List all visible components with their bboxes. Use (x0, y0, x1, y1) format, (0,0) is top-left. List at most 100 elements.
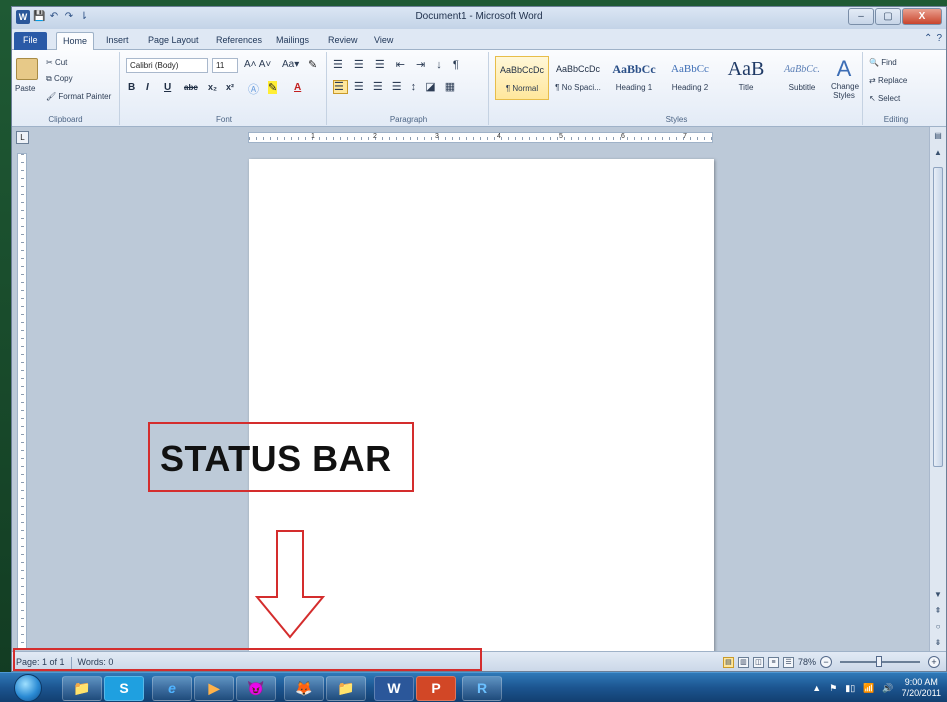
style-heading-2[interactable]: AaBbCc Heading 2 (663, 56, 717, 100)
alignment-buttons[interactable]: ☰ ☰ ☰ ☰ ↕ ◪ ▦ (333, 80, 458, 94)
find-button[interactable]: 🔍 Find (869, 58, 897, 67)
tab-view[interactable]: View (368, 32, 399, 50)
vertical-scrollbar[interactable]: ▤ ▲ ▼ ⇞ ○ ⇟ (929, 127, 946, 651)
format-painter-button[interactable]: 🖌 Format Painter (46, 92, 111, 101)
tab-page-layout[interactable]: Page Layout (142, 32, 205, 50)
zoom-slider[interactable] (840, 656, 920, 667)
taskbar-explorer-icon[interactable]: 📁 (62, 676, 102, 701)
clipboard-label: Clipboard (48, 115, 83, 124)
tab-review[interactable]: Review (322, 32, 364, 50)
document-area (32, 149, 929, 659)
style-no-spacing-sample: AaBbCcDc (555, 64, 600, 74)
font-size-select[interactable]: 11 (212, 58, 238, 73)
font-color-button[interactable]: A (294, 82, 301, 93)
status-bar-callout: STATUS BAR (148, 422, 414, 492)
editing-label: Editing (883, 115, 909, 124)
ruler-toggle-icon[interactable]: ▤ (932, 130, 944, 142)
subscript-button[interactable]: x₂ (208, 82, 217, 92)
replace-button[interactable]: ⇄ Replace (869, 76, 907, 85)
start-button[interactable] (14, 674, 42, 702)
styles-label: Styles (665, 115, 688, 124)
taskbar-word-icon[interactable]: W (374, 676, 414, 701)
style-title[interactable]: AaB Title (719, 56, 773, 100)
tab-selector[interactable]: L (16, 131, 29, 144)
clear-formatting-icon[interactable]: ✎ (308, 58, 317, 71)
change-case-icon[interactable]: Aa▾ (282, 59, 299, 70)
underline-button[interactable]: U (164, 82, 171, 93)
select-button[interactable]: ↖ Select (869, 94, 900, 103)
zoom-out-icon[interactable]: − (820, 656, 832, 668)
full-screen-reading-icon[interactable]: ▥ (737, 656, 749, 668)
minimize-ribbon-icon[interactable]: ⌃ (924, 33, 932, 44)
copy-label: Copy (53, 74, 73, 83)
text-effects-icon[interactable]: Ⓐ (248, 81, 259, 97)
binoculars-icon: 🔍 (869, 58, 882, 67)
network-icon[interactable]: ▮▯ (845, 683, 855, 694)
help-icon[interactable]: ? (936, 33, 942, 44)
taskbar-ie-icon[interactable]: e (152, 676, 192, 701)
scroll-down-icon[interactable]: ▼ (932, 589, 944, 601)
superscript-button[interactable]: x² (226, 82, 234, 92)
style-subtitle[interactable]: AaBbCc. Subtitle (775, 56, 829, 100)
scroll-up-icon[interactable]: ▲ (932, 147, 944, 159)
zoom-level[interactable]: 78% (798, 657, 816, 667)
show-hidden-icons-icon[interactable]: ▲ (812, 683, 821, 693)
horizontal-ruler[interactable]: 1 2 3 4 5 6 7 (248, 132, 713, 143)
print-layout-view-icon[interactable]: ▤ (722, 656, 734, 668)
highlight-icon[interactable]: ✎ (268, 81, 278, 94)
taskbar-firefox-icon[interactable]: 🦊 (284, 676, 324, 701)
web-layout-icon[interactable]: ◫ (752, 656, 764, 668)
style-normal[interactable]: AaBbCcDc ¶ Normal (495, 56, 549, 100)
zoom-slider-thumb[interactable] (876, 656, 882, 667)
previous-page-icon[interactable]: ⇞ (932, 605, 944, 617)
tab-insert[interactable]: Insert (100, 32, 135, 50)
taskbar-media-icon[interactable]: ▶ (194, 676, 234, 701)
minimize-button[interactable]: – (848, 8, 874, 25)
tab-references[interactable]: References (210, 32, 268, 50)
italic-button[interactable]: I (146, 82, 149, 93)
draft-view-icon[interactable]: ☰ (782, 656, 794, 668)
paste-icon[interactable] (16, 58, 38, 80)
cut-label: Cut (54, 58, 68, 67)
volume-icon[interactable]: 🔊 (882, 683, 893, 694)
clipboard-group: Paste ✂ Cut ⧉ Copy 🖌 Format Painter Clip… (12, 52, 120, 125)
taskbar-yahoo-icon[interactable]: 😈 (236, 676, 276, 701)
brush-icon: 🖌 (46, 92, 59, 101)
font-family-select[interactable]: Calibri (Body) (126, 58, 208, 73)
zoom-in-icon[interactable]: + (928, 656, 940, 668)
tab-home[interactable]: Home (56, 32, 95, 50)
grow-font-icon[interactable]: A˄ A˅ (244, 59, 271, 70)
tab-mailings[interactable]: Mailings (270, 32, 315, 50)
taskbar-skype-icon[interactable]: S (104, 676, 144, 701)
strikethrough-button[interactable]: abc (184, 83, 198, 92)
list-buttons[interactable]: ☰ ☰ ☰ ⇤ ⇥ ↓ ¶ (333, 58, 463, 71)
scroll-thumb[interactable] (933, 167, 943, 467)
clock[interactable]: 9:00 AM 7/20/2011 (902, 677, 941, 699)
close-button[interactable]: X (902, 8, 942, 25)
paragraph-label: Paragraph (389, 115, 428, 124)
style-heading-1[interactable]: AaBbCc Heading 1 (607, 56, 661, 100)
align-left-icon[interactable]: ☰ (333, 80, 348, 94)
copy-button[interactable]: ⧉ Copy (46, 74, 73, 84)
bold-button[interactable]: B (128, 82, 135, 93)
taskbar-powerpoint-icon[interactable]: P (416, 676, 456, 701)
tab-file[interactable]: File (14, 32, 47, 50)
outline-view-icon[interactable]: ≡ (767, 656, 779, 668)
taskbar-r-icon[interactable]: R (462, 676, 502, 701)
style-subtitle-name: Subtitle (788, 83, 816, 92)
taskbar-folder-icon[interactable]: 📁 (326, 676, 366, 701)
paste-button[interactable]: Paste (15, 84, 35, 93)
change-styles-button[interactable]: A Change Styles (831, 56, 859, 100)
ribbon-tabs: File Home Insert Page Layout References … (12, 29, 946, 50)
style-no-spacing[interactable]: AaBbCcDc ¶ No Spaci... (551, 56, 605, 100)
font-label: Font (215, 115, 232, 124)
style-heading-1-name: Heading 1 (615, 83, 653, 92)
browse-object-icon[interactable]: ○ (932, 621, 944, 633)
signal-icon[interactable]: 📶 (863, 683, 874, 694)
next-page-icon[interactable]: ⇟ (932, 637, 944, 649)
flag-icon[interactable]: ⚑ (829, 683, 837, 694)
down-arrow-icon (254, 530, 326, 639)
maximize-button[interactable]: ▢ (875, 8, 901, 25)
cut-button[interactable]: ✂ Cut (46, 58, 67, 67)
status-bar-right: ▤ ▥ ◫ ≡ ☰ 78% − + (722, 656, 940, 668)
